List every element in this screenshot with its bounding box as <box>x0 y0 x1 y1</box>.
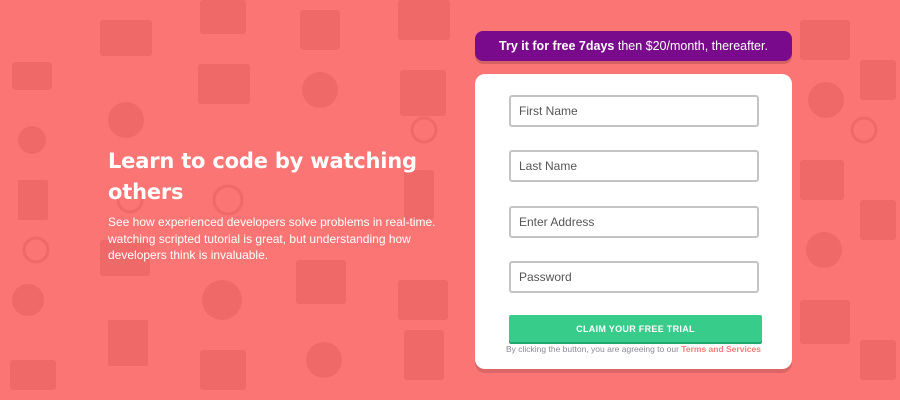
terms-link[interactable]: Terms and Services <box>681 344 761 354</box>
claim-free-trial-button[interactable]: CLAIM YOUR FREE TRIAL <box>509 315 762 342</box>
hero-title: Learn to code by watching others <box>108 149 417 204</box>
first-name-field[interactable] <box>509 95 759 127</box>
trial-banner-rest: then $20/month, thereafter. <box>614 39 768 53</box>
landing-page: Learn to code by watching others See how… <box>0 0 900 400</box>
terms-prefix: By clicking the button, you are agreeing… <box>505 344 682 354</box>
hero-section: Learn to code by watching others See how… <box>108 146 448 264</box>
hero-description: See how experienced developers solve pro… <box>108 215 436 262</box>
password-field[interactable] <box>509 261 759 293</box>
terms-notice: By clicking the button, you are agreeing… <box>475 344 792 354</box>
signup-form: CLAIM YOUR FREE TRIAL By clicking the bu… <box>475 74 792 369</box>
trial-banner: Try it for free 7days then $20/month, th… <box>475 31 792 61</box>
last-name-field[interactable] <box>509 150 759 182</box>
address-field[interactable] <box>509 206 759 238</box>
trial-banner-highlight: Try it for free 7days <box>499 39 615 53</box>
